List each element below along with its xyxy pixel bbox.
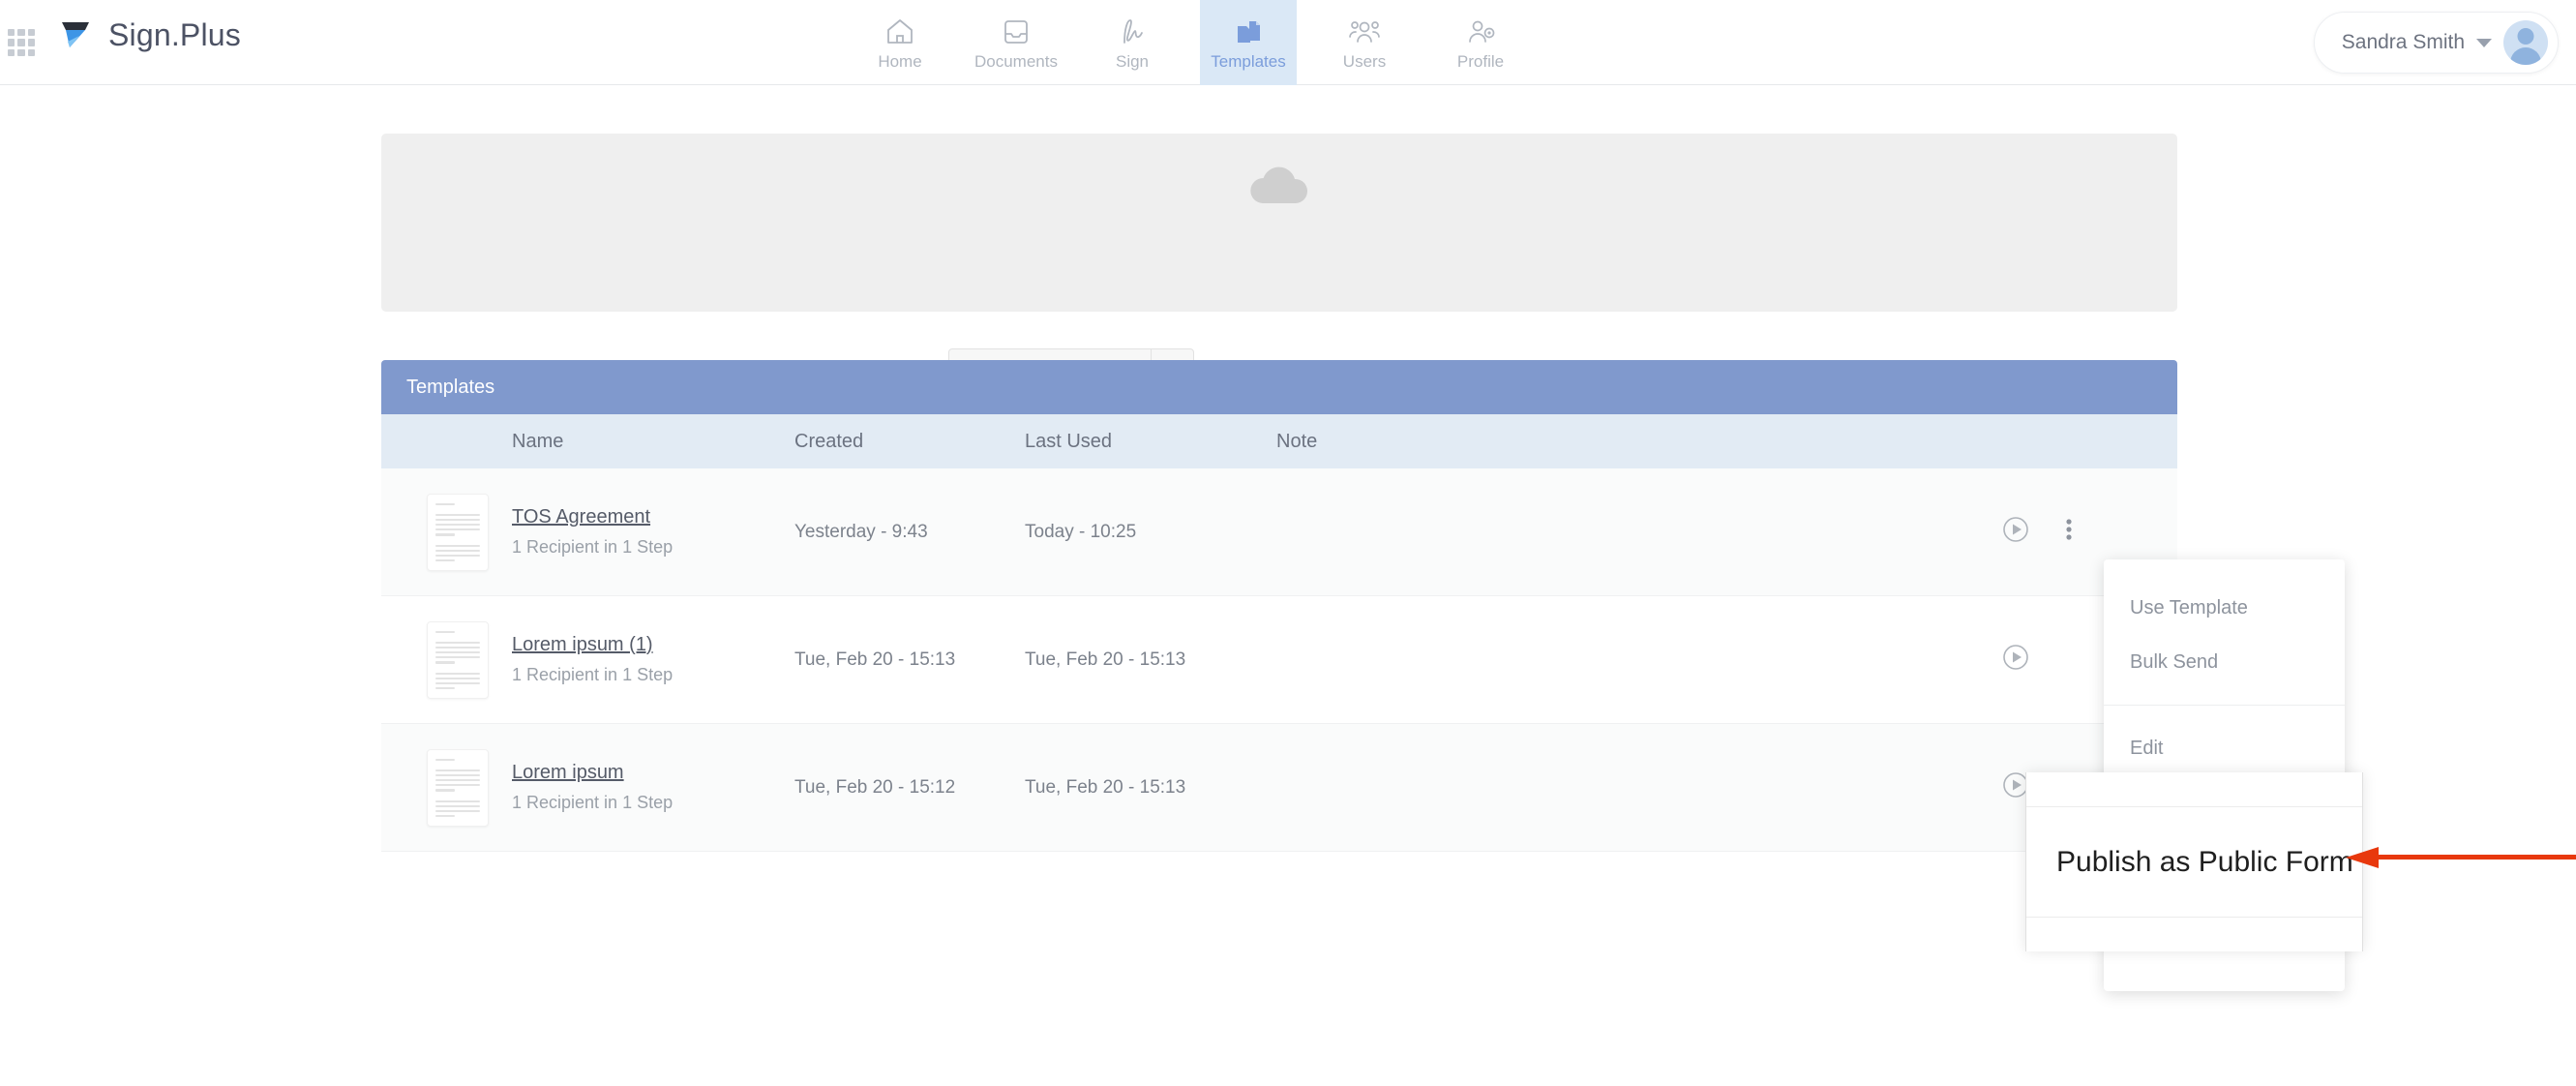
callout-label: Publish as Public Form (2056, 845, 2353, 878)
menu-item-bulk-send[interactable]: Bulk Send (2104, 635, 2345, 689)
cloud-upload-icon (1245, 159, 1313, 214)
row-actions (1964, 515, 2177, 549)
col-name[interactable]: Name (512, 431, 794, 453)
template-thumbnail[interactable] (381, 493, 512, 571)
users-icon (1348, 14, 1381, 46)
table-header-row: Name Created Last Used Note (381, 414, 2177, 468)
template-created: Tue, Feb 20 - 15:12 (794, 776, 956, 798)
more-vertical-icon[interactable] (2065, 515, 2073, 549)
template-last-used: Tue, Feb 20 - 15:13 (1025, 649, 1186, 670)
top-navigation-bar: Sign.Plus Home Documents Sign Templates … (0, 0, 2576, 85)
table-row[interactable]: TOS Agreement 1 Recipient in 1 Step Yest… (381, 468, 2177, 596)
template-subtitle: 1 Recipient in 1 Step (512, 793, 674, 812)
menu-item-edit[interactable]: Edit (2104, 721, 2345, 775)
play-circle-icon[interactable] (2001, 515, 2030, 549)
user-name: Sandra Smith (2341, 31, 2465, 53)
template-name-cell: Lorem ipsum 1 Recipient in 1 Step (512, 762, 794, 813)
template-thumbnail[interactable] (381, 620, 512, 699)
profile-icon (1465, 14, 1496, 46)
templates-icon (1234, 14, 1263, 46)
nav-label-sign: Sign (1115, 52, 1150, 71)
signplus-logo-icon (56, 15, 95, 54)
template-thumbnail[interactable] (381, 748, 512, 827)
home-icon (884, 14, 915, 46)
template-created: Tue, Feb 20 - 15:13 (794, 649, 956, 670)
col-created[interactable]: Created (794, 431, 1025, 453)
nav-label-home: Home (878, 52, 922, 71)
menu-item-use-template[interactable]: Use Template (2104, 581, 2345, 635)
main-nav: Home Documents Sign Templates Users Prof… (852, 0, 1529, 85)
nav-label-documents: Documents (974, 52, 1058, 71)
template-name-link[interactable]: Lorem ipsum (1) (512, 634, 653, 656)
menu-divider (2104, 705, 2345, 706)
chevron-down-icon (2476, 38, 2492, 47)
template-last-used: Today - 10:25 (1025, 521, 1137, 542)
table-title-bar: Templates (381, 360, 2177, 414)
nav-item-templates[interactable]: Templates (1200, 0, 1297, 85)
table-title: Templates (406, 376, 495, 398)
left-arrow-annotation (2346, 847, 2576, 868)
template-subtitle: 1 Recipient in 1 Step (512, 537, 674, 557)
app-root: Sign.Plus Home Documents Sign Templates … (0, 0, 2576, 1086)
nav-item-sign[interactable]: Sign (1084, 0, 1181, 85)
brand-logo-area[interactable]: Sign.Plus (56, 15, 241, 54)
templates-table: Templates Name Created Last Used Note TO… (381, 360, 2177, 852)
template-created: Yesterday - 9:43 (794, 521, 928, 542)
user-menu-button[interactable]: Sandra Smith (2313, 12, 2559, 74)
template-name-link[interactable]: TOS Agreement (512, 506, 650, 528)
nav-label-profile: Profile (1456, 52, 1505, 71)
publish-as-public-form-callout[interactable]: Publish as Public Form (2025, 772, 2363, 951)
table-row[interactable]: Lorem ipsum (1) 1 Recipient in 1 Step Tu… (381, 596, 2177, 724)
signature-icon (1117, 14, 1148, 46)
brand-name: Sign.Plus (108, 16, 241, 52)
col-note[interactable]: Note (1276, 431, 1964, 453)
nav-item-profile[interactable]: Profile (1432, 0, 1529, 85)
inbox-icon (1002, 14, 1031, 46)
nav-item-users[interactable]: Users (1316, 0, 1413, 85)
template-name-link[interactable]: Lorem ipsum (512, 762, 624, 784)
template-last-used: Tue, Feb 20 - 15:13 (1025, 776, 1186, 798)
nav-item-documents[interactable]: Documents (968, 0, 1064, 85)
template-name-cell: Lorem ipsum (1) 1 Recipient in 1 Step (512, 634, 794, 685)
nav-label-users: Users (1342, 52, 1387, 71)
template-subtitle: 1 Recipient in 1 Step (512, 665, 674, 684)
upload-dropzone[interactable]: Click here to upload or drag and drop yo… (381, 134, 2177, 393)
avatar (2503, 20, 2548, 65)
nav-item-home[interactable]: Home (852, 0, 948, 85)
template-name-cell: TOS Agreement 1 Recipient in 1 Step (512, 506, 794, 558)
nav-label-templates: Templates (1211, 52, 1286, 71)
col-last-used[interactable]: Last Used (1025, 431, 1276, 453)
play-circle-icon[interactable] (2001, 643, 2030, 677)
table-row[interactable]: Lorem ipsum 1 Recipient in 1 Step Tue, F… (381, 724, 2177, 852)
apps-grid-icon[interactable] (8, 29, 35, 56)
